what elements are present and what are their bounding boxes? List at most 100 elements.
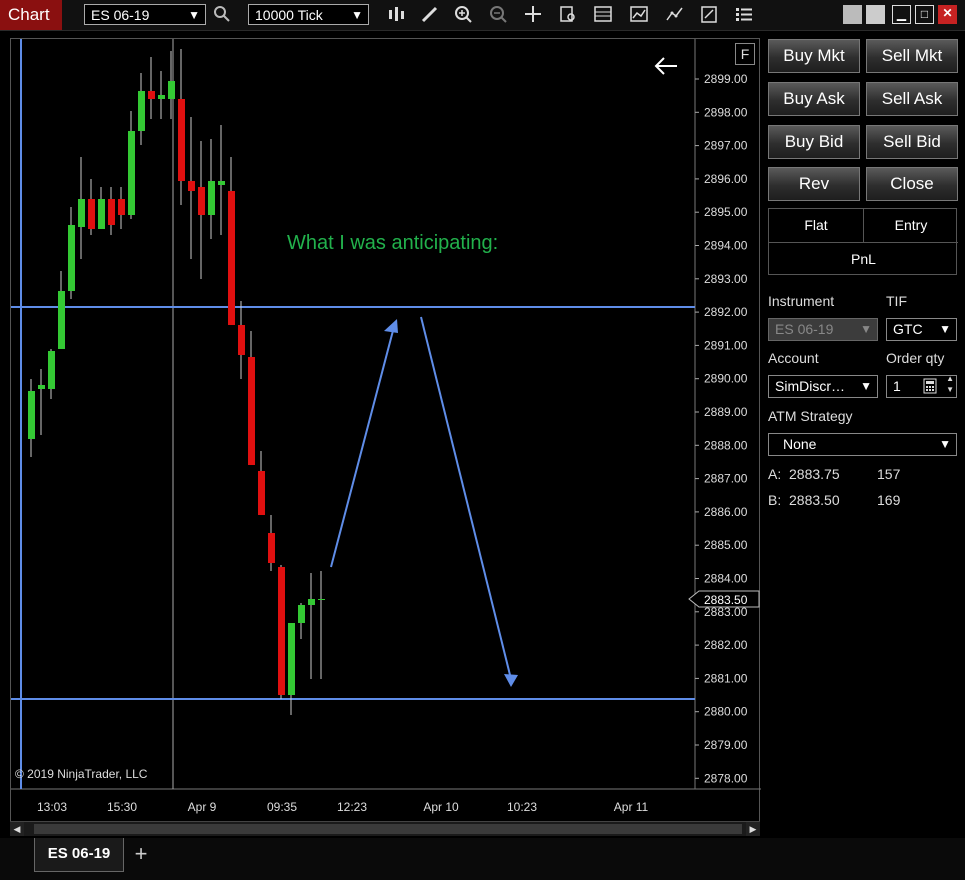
sell-bid-button[interactable]: Sell Bid [866,125,958,159]
chevron-down-icon: ▼ [860,322,872,336]
candle-body [28,391,35,439]
position-summary: Flat Entry PnL [768,208,958,275]
scroll-left-icon[interactable]: ◀ [10,822,24,836]
arrow-up-line[interactable] [330,322,396,568]
sell-mkt-button[interactable]: Sell Mkt [866,39,958,73]
indicators-icon[interactable] [628,5,650,25]
price-axis-label: 2880.00 [704,705,748,719]
candle-body [248,357,255,465]
chart-annotation-text[interactable]: What I was anticipating: [287,232,498,254]
search-icon[interactable] [211,5,233,25]
bar-type-icon[interactable] [386,5,408,25]
maximize-icon[interactable]: □ [915,5,934,24]
candle-body [238,325,245,355]
instrument-selector[interactable]: ES 06-19 ▼ [84,4,206,25]
strategies-icon[interactable] [664,5,686,25]
price-axis-label: 2889.00 [704,405,748,419]
price-axis-label: 2879.00 [704,738,748,752]
time-axis-label: 13:03 [37,800,67,814]
candle-body [48,351,55,389]
zoom-out-icon[interactable] [488,5,510,25]
zoom-in-icon[interactable] [453,5,475,25]
price-axis-label: 2897.00 [704,139,748,153]
horizontal-scrollbar[interactable]: ◀ ▶ [10,821,760,836]
properties-icon[interactable] [698,5,720,25]
close-position-button[interactable]: Close [866,167,958,201]
float-button[interactable]: F [735,43,755,65]
reverse-button[interactable]: Rev [768,167,860,201]
candle-body [128,131,135,215]
chart-panel[interactable]: 2899.00 2898.00 2897.00 2896.00 2895.00 2894.… [10,38,761,837]
price-axis-label: 2893.00 [704,272,748,286]
close-icon[interactable]: ✕ [938,5,957,24]
pencil-icon[interactable] [419,5,441,25]
scrollbar-thumb[interactable] [34,824,742,834]
candle-body [288,623,295,695]
candle-body [178,99,185,181]
atm-strategy-select[interactable]: None ▼ [768,433,957,456]
position-entry: Entry [894,217,928,233]
app-title: Chart [0,0,62,30]
order-qty-value: 1 [893,378,901,394]
order-qty-stepper[interactable]: 1 ▲ ▼ [886,374,957,400]
time-axis-label: Apr 9 [188,800,217,814]
account-select[interactable]: SimDiscr… ▼ [768,375,878,398]
candle-body [68,225,75,291]
price-chart[interactable]: 2899.00 2898.00 2897.00 2896.00 2895.00 2894.… [11,39,761,837]
tab-bar: ES 06-19 + [0,838,965,880]
chart-trader-icon[interactable] [592,5,614,25]
tif-select-value: GTC [893,321,923,337]
link-color-icon[interactable] [843,5,862,24]
calculator-icon[interactable] [923,378,937,400]
crosshair-icon[interactable] [522,5,544,25]
time-axis-label: 15:30 [107,800,137,814]
candle-body [308,599,315,605]
interval-selector[interactable]: 10000 Tick ▼ [248,4,369,25]
price-axis-label: 2894.00 [704,239,748,253]
arrow-down-line[interactable] [420,316,512,680]
bid-size: 169 [877,492,901,508]
bid-price: 2883.50 [789,492,840,508]
instrument-label: Instrument [768,293,835,309]
tif-select[interactable]: GTC ▼ [886,318,957,341]
candle-body [38,385,45,389]
spinner-up-icon[interactable]: ▲ [946,374,954,384]
tif-label: TIF [886,293,907,309]
candle-body [228,191,235,325]
candle-body [278,567,285,695]
candle-body [208,181,215,215]
spinner-down-icon[interactable]: ▼ [946,385,954,395]
candle-body [218,181,225,185]
candle-body [108,199,115,225]
instrument-link-icon[interactable] [866,5,885,24]
buy-ask-button[interactable]: Buy Ask [768,82,860,116]
account-select-value: SimDiscr… [775,378,845,394]
chevron-down-icon: ▼ [351,8,363,22]
candle-body [268,533,275,563]
price-axis-label: 2878.00 [704,771,748,785]
minimize-icon[interactable]: ▁ [892,5,911,24]
order-qty-label: Order qty [886,350,945,366]
instrument-selector-value: ES 06-19 [91,7,150,23]
candle-body [58,291,65,349]
tab-es-06-19[interactable]: ES 06-19 [34,838,124,872]
candle-body [198,187,205,215]
sell-ask-button[interactable]: Sell Ask [866,82,958,116]
buy-bid-button[interactable]: Buy Bid [768,125,860,159]
candle-body [188,181,195,191]
price-axis-label: 2898.00 [704,105,748,119]
time-axis-label: 10:23 [507,800,537,814]
time-axis: 13:03 15:30 Apr 9 09:35 12:23 Apr 10 10:23 Apr … [37,800,649,814]
price-axis-label: 2884.00 [704,572,748,586]
buy-mkt-button[interactable]: Buy Mkt [768,39,860,73]
candle-body [88,199,95,229]
list-icon[interactable] [733,5,755,25]
candle-body [148,91,155,99]
data-box-icon[interactable] [557,5,579,25]
ask-label: A: [768,466,782,482]
copyright-text: © 2019 NinjaTrader, LLC [15,767,148,781]
position-pnl: PnL [851,251,876,267]
scroll-right-icon[interactable]: ▶ [746,822,760,836]
atm-strategy-value: None [783,436,817,452]
add-tab-button[interactable]: + [130,841,152,867]
